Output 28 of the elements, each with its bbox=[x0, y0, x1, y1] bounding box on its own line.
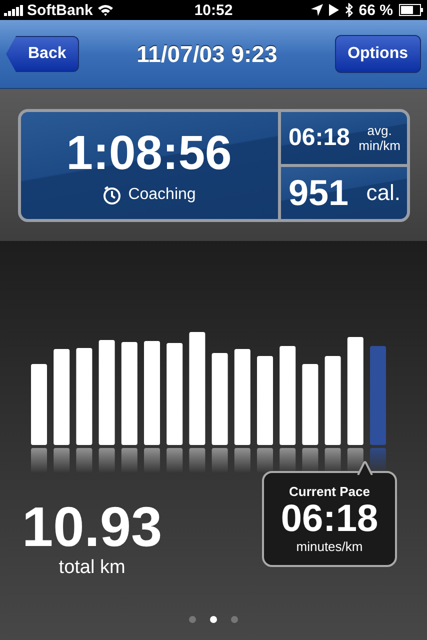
options-button[interactable]: Options bbox=[334, 35, 421, 73]
bluetooth-icon bbox=[344, 3, 353, 17]
carrier-name: SoftBank bbox=[27, 2, 93, 18]
wifi-icon bbox=[96, 4, 114, 16]
back-button[interactable]: Back bbox=[6, 36, 80, 72]
stopwatch-icon bbox=[102, 184, 122, 204]
distance-unit: total km bbox=[58, 557, 126, 579]
battery-icon bbox=[399, 4, 423, 16]
calories-unit: cal. bbox=[366, 180, 400, 206]
pace-unit: min/km bbox=[358, 138, 400, 152]
page-dot[interactable] bbox=[210, 616, 217, 623]
nav-title: 11/07/03 9:23 bbox=[136, 40, 278, 68]
current-pace-value: 06:18 bbox=[280, 499, 378, 539]
distance-value: 10.93 bbox=[22, 497, 162, 557]
current-pace-unit: minutes/km bbox=[296, 539, 363, 554]
clock-time: 10:52 bbox=[194, 2, 233, 18]
avg-pace-value: 06:18 bbox=[288, 124, 350, 152]
page-dot[interactable] bbox=[189, 616, 196, 623]
duration-value: 1:08:56 bbox=[66, 126, 232, 180]
location-arrow-icon bbox=[310, 4, 323, 16]
play-icon bbox=[328, 4, 339, 16]
battery-percent: 66 % bbox=[358, 2, 393, 18]
avg-label: avg. bbox=[367, 122, 392, 138]
coaching-label: Coaching bbox=[128, 186, 196, 204]
current-pace-label: Current Pace bbox=[289, 484, 370, 499]
signal-icon bbox=[4, 4, 23, 16]
page-dot[interactable] bbox=[231, 616, 238, 623]
calories-value: 951 bbox=[288, 172, 349, 214]
